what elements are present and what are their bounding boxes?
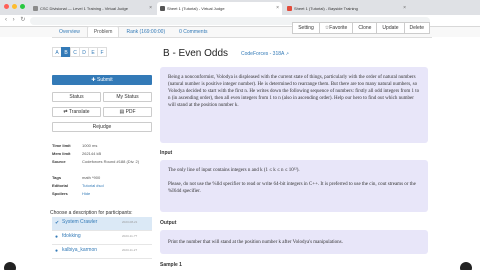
browser-tab[interactable]: Sheet 1 (Tutorial) - Bayside Training × [284,2,409,15]
tab-comments[interactable]: 0 Comments [172,26,214,37]
editorial-link[interactable]: Tutorial #sol [82,182,152,190]
check-icon: ✔ [55,220,60,226]
pdf-label: PDF [125,109,136,115]
clone-button[interactable]: Clone [352,22,378,34]
input-text: The only line of input contains integers… [168,168,300,173]
minimize-window-icon[interactable] [12,4,17,9]
info-key: Tags [52,175,62,180]
info-row: Mem limit 262144 kB [52,150,152,158]
close-tab-icon[interactable]: × [149,2,152,15]
browser-tab-title: Sheet 1 (Tutorial) - Virtual Judge [167,6,225,11]
info-row: Time limit 1000 ms [52,142,152,150]
favicon-icon [33,6,38,11]
info-key: Mem limit [52,151,71,156]
problem-source-link[interactable]: CodeForces - 318A ↗ [241,51,289,57]
video-control-icon[interactable] [4,262,16,270]
problem-selector: A B C D E F [52,47,107,57]
info-row: Source Codeforces Round #188 (Div. 2) [52,158,152,174]
translate-label: Translate [68,109,90,115]
update-button[interactable]: Update [376,22,405,34]
description-date: 2023-11-27 [122,248,138,252]
tab-rank[interactable]: Rank (169:00:00) [119,26,172,37]
close-tab-icon[interactable]: × [276,2,279,15]
browser-tab-active[interactable]: Sheet 1 (Tutorial) - Virtual Judge × [157,2,282,15]
browser-tab-title: Sheet 1 (Tutorial) - Bayside Training [294,6,358,11]
description-item[interactable]: ● fdokking 2023-11-?? [52,231,152,245]
favorite-button[interactable]: ☆Favorite [318,22,354,34]
info-value: 262144 kB [82,151,102,156]
delete-button[interactable]: Delete [403,22,430,34]
output-text: Print the number that will stand at the … [168,240,343,245]
tab-problem[interactable]: Problem [86,26,120,37]
description-author: System Crawler [62,219,98,225]
description-date: 2023-11-?? [122,234,138,238]
problem-source-label: CodeForces - 318A [241,51,285,57]
window-controls[interactable] [4,4,25,9]
output-heading: Output [160,220,177,226]
input-heading: Input [160,150,173,156]
info-row: Spoilers Hide [52,190,152,198]
spoilers-toggle[interactable]: Hide [82,190,152,198]
info-key: Source [52,159,66,164]
description-item[interactable]: ● kalbiya_karmon 2023-11-27 [52,245,152,259]
choose-description-label: Choose a description for participants: [50,210,133,216]
avatar: ● [55,248,59,254]
tab-overview[interactable]: Overview [52,26,87,37]
problem-letter-f[interactable]: F [97,47,107,57]
description-author: kalbiya_karmon [62,247,98,253]
close-window-icon[interactable] [4,4,9,9]
submit-label: Submit [97,77,113,83]
setting-button[interactable]: Setting [292,22,320,34]
status-button[interactable]: Status [52,92,101,102]
info-row: Editorial Tutorial #sol [52,182,152,190]
description-author: fdokking [62,233,81,239]
browser-tab-strip: CSC Divisional — Level 1 Training - Virt… [0,0,480,15]
input-note: Please, do not use the %lld specifier to… [168,182,416,194]
favicon-icon [160,6,165,11]
input-section: The only line of input contains integers… [160,160,428,212]
divider [52,37,432,38]
avatar: ● [55,234,59,240]
browser-tab-title: CSC Divisional — Level 1 Training - Virt… [40,6,128,11]
description-item[interactable]: ✔ System Crawler 2023-08-21 [52,217,152,231]
info-value: math *900 [82,175,101,180]
sample-heading: Sample 1 [160,262,182,268]
output-section: Print the number that will stand at the … [160,230,428,254]
contest-actions: Setting ☆Favorite Clone Update Delete [292,22,430,34]
contest-tabs: Overview Problem Rank (169:00:00) 0 Comm… [52,26,214,37]
description-date: 2023-08-21 [122,220,138,224]
translate-button[interactable]: ⇄ Translate [52,107,101,117]
submit-button[interactable]: ✚ Submit [52,75,152,85]
description-list: ✔ System Crawler 2023-08-21 ● fdokking 2… [52,217,152,259]
info-key: Spoilers [52,191,68,196]
info-key: Editorial [52,183,69,188]
browser-nav-icons[interactable]: ‹ › ↻ [5,16,27,23]
external-link-icon: ↗ [285,51,289,56]
legend-text: Being a nonconformist, Volodya is disple… [168,75,420,108]
info-key: Time limit [52,143,71,148]
video-control-icon[interactable] [460,262,472,270]
problem-info-table: Time limit 1000 ms Mem limit 262144 kB S… [52,142,152,198]
rejudge-button[interactable]: Rejudge [52,122,152,132]
favicon-icon [287,6,292,11]
close-tab-icon[interactable]: × [403,2,406,15]
pdf-button[interactable]: ▤ PDF [103,107,152,117]
info-row: Tags math *900 [52,174,152,182]
browser-tab[interactable]: CSC Divisional — Level 1 Training - Virt… [30,2,155,15]
maximize-window-icon[interactable] [20,4,25,9]
problem-legend: Being a nonconformist, Volodya is disple… [160,67,428,143]
problem-title: B - Even Odds [163,48,229,59]
info-value: 1000 ms [82,143,98,148]
info-value-source[interactable]: Codeforces Round #188 (Div. 2) [82,158,152,174]
my-status-button[interactable]: My Status [103,92,152,102]
